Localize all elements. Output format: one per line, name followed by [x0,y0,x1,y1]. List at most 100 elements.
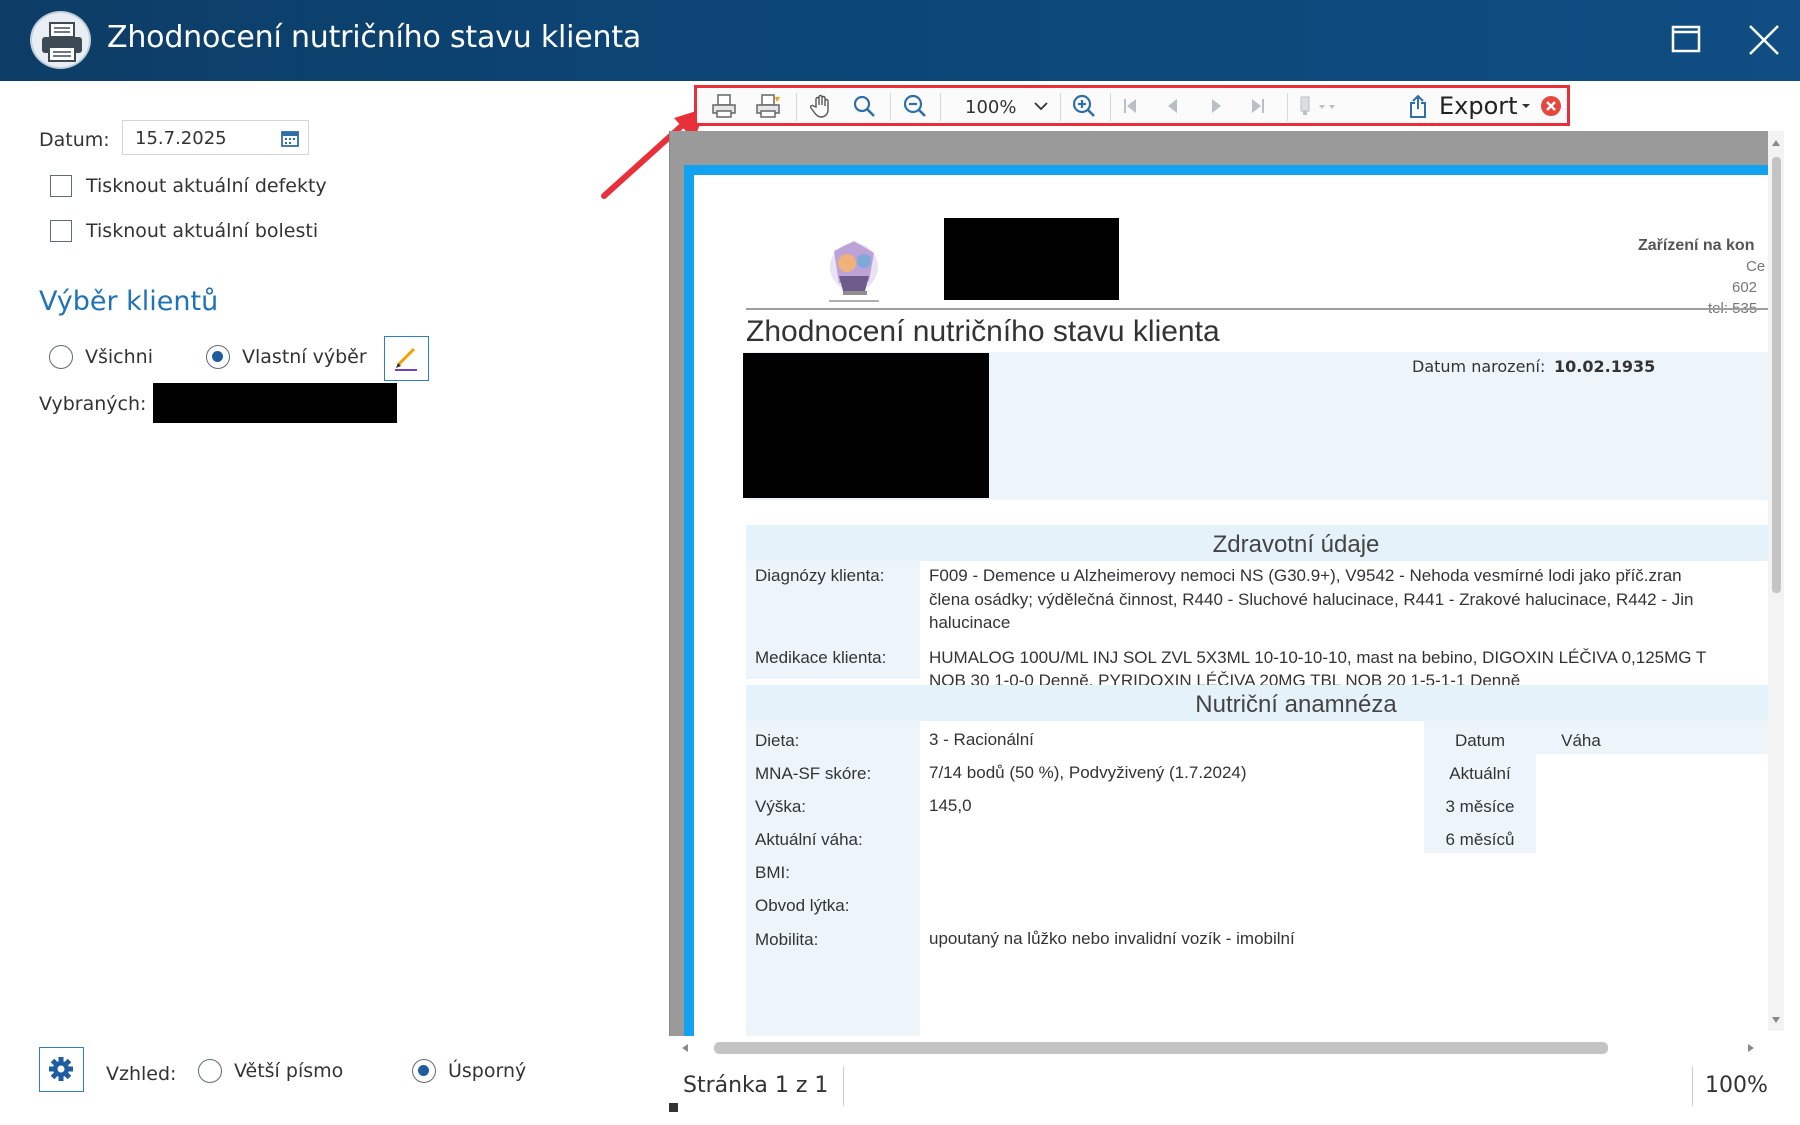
header-divider [746,308,1768,310]
appearance-label: Vzhled: [106,1063,177,1085]
report-title: Zhodnocení nutričního stavu klienta [746,315,1220,348]
export-button[interactable]: Export [1407,90,1532,122]
zoom-select[interactable]: 100% [945,91,1055,121]
report-toolbar: 100% Export [694,85,1570,126]
scroll-left-icon [682,1044,688,1052]
health-section-header: Zdravotní údaje [746,525,1768,561]
weight-row-current: Aktuální [1449,764,1511,783]
date-value[interactable]: 15.7.2025 [135,128,227,149]
organization-name: Zařízení na kon [1638,237,1755,254]
export-icon [1410,94,1426,118]
export-label[interactable]: Export [1439,92,1518,120]
print-pain-label[interactable]: Tisknout aktuální bolesti [86,220,318,242]
next-page-icon[interactable] [1203,92,1229,120]
radio-button[interactable] [49,345,73,369]
diagnoses-line-1: F009 - Demence u Alzheimerovy nemoci NS … [929,566,1682,585]
horizontal-scroll-thumb[interactable] [714,1042,1608,1054]
date-input[interactable]: 15.7.2025 [122,120,309,155]
mna-value: 7/14 bodů (50 %), Podvyživený (1.7.2024) [929,763,1247,782]
edit-selection-button[interactable] [384,336,429,381]
options-panel: Datum: 15.7.2025 Tisknout aktuální defek… [0,81,660,1125]
weight-row-6-months: 6 měsíců [1445,830,1515,849]
gear-icon [49,1057,73,1081]
first-page-icon[interactable] [1117,92,1143,120]
radio-button-selected[interactable] [412,1059,436,1083]
radio-all-clients[interactable]: Všichni [49,345,153,369]
magnifier-icon[interactable] [849,92,879,120]
diet-label: Dieta: [755,731,800,750]
height-value: 145,0 [929,796,972,815]
weight-row-3-months: 3 měsíce [1445,797,1515,816]
medication-label: Medikace klienta: [755,648,887,667]
checkbox[interactable] [50,220,72,242]
birth-date-value: 10.02.1935 [1554,357,1656,376]
client-selection-title: Výběr klientů [39,286,219,317]
nutrition-section-header: Nutriční anamnéza [746,685,1768,721]
radio-custom-selection[interactable]: Vlastní výběr [206,345,367,369]
horizontal-scrollbar[interactable] [669,1036,1768,1058]
birth-date-label: Datum narození: [1412,357,1546,376]
diet-value: 3 - Racionální [929,730,1034,749]
printer-icon [30,11,91,69]
mna-label: MNA-SF skóre: [755,764,872,783]
print-defects-label[interactable]: Tisknout aktuální defekty [86,175,327,197]
report-page: Zařízení na kon Ce 602 tel: 535 Zhodnoce… [684,165,1768,1036]
title-bar: Zhodnocení nutričního stavu klienta [0,0,1800,81]
bmi-label: BMI: [755,863,790,882]
zoom-indicator: 100% [1705,1073,1768,1098]
close-icon[interactable] [1742,18,1786,62]
scroll-up-icon [1772,140,1780,146]
weight-table-weight-header: Váha [1561,731,1601,750]
compact-label[interactable]: Úsporný [448,1060,526,1082]
zoom-in-icon[interactable] [1069,92,1099,120]
diagnoses-line-3: halucinace [929,613,1011,632]
vertical-scroll-thumb[interactable] [1772,157,1781,593]
resize-grip-icon[interactable] [669,1103,678,1112]
selected-clients-label: Vybraných: [39,393,147,415]
radio-button[interactable] [198,1059,222,1083]
scroll-down-icon [1772,1017,1780,1023]
print-defects-checkbox[interactable]: Tisknout aktuální defekty [50,175,327,197]
diagnoses-label: Diagnózy klienta: [755,566,885,585]
page-indicator: Stránka 1 z 1 [683,1073,829,1098]
date-label: Datum: [39,129,110,151]
checkbox[interactable] [50,175,72,197]
calf-label: Obvod lýtka: [755,896,850,915]
mobility-label: Mobilita: [755,930,819,949]
bigger-font-label[interactable]: Větší písmo [234,1060,343,1082]
organization-logo [829,241,879,302]
diagnoses-line-2: člena osádky; výdělečná činnost, R440 - … [929,590,1694,609]
quick-print-icon[interactable] [753,92,783,120]
previous-page-icon[interactable] [1160,92,1186,120]
report-preview[interactable]: Zařízení na kon Ce 602 tel: 535 Zhodnoce… [669,131,1768,1036]
organization-address-1: Ce [1746,258,1766,275]
page-setup-icon[interactable] [1297,92,1341,120]
radio-button-selected[interactable] [206,345,230,369]
window-title: Zhodnocení nutričního stavu klienta [107,20,642,55]
status-bar: Stránka 1 z 1 100% [669,1060,1800,1110]
scroll-right-icon [1748,1044,1754,1052]
height-label: Výška: [755,797,807,816]
pencil-icon [395,347,417,371]
radio-compact[interactable]: Úsporný [412,1059,526,1083]
close-report-icon[interactable] [1537,92,1565,120]
print-icon[interactable] [709,92,739,120]
zoom-value[interactable]: 100% [965,97,1016,118]
radio-all-label[interactable]: Všichni [85,346,153,368]
caret-down-icon [1521,104,1530,108]
weight-table-date-header: Datum [1454,731,1506,750]
print-pain-checkbox[interactable]: Tisknout aktuální bolesti [50,220,318,242]
hand-tool-icon[interactable] [807,92,837,120]
radio-bigger-font[interactable]: Větší písmo [198,1059,343,1083]
redacted-client-details [743,353,989,498]
redacted-selected-clients [153,383,397,423]
redacted-header-image [944,218,1119,300]
organization-address-2: 602 [1732,279,1758,296]
settings-button[interactable] [39,1047,84,1092]
radio-custom-label[interactable]: Vlastní výběr [242,346,367,368]
maximize-icon[interactable] [1665,18,1709,62]
vertical-scrollbar[interactable] [1768,131,1784,1031]
last-page-icon[interactable] [1245,92,1271,120]
zoom-out-icon[interactable] [900,92,930,120]
calendar-icon[interactable] [281,130,299,152]
